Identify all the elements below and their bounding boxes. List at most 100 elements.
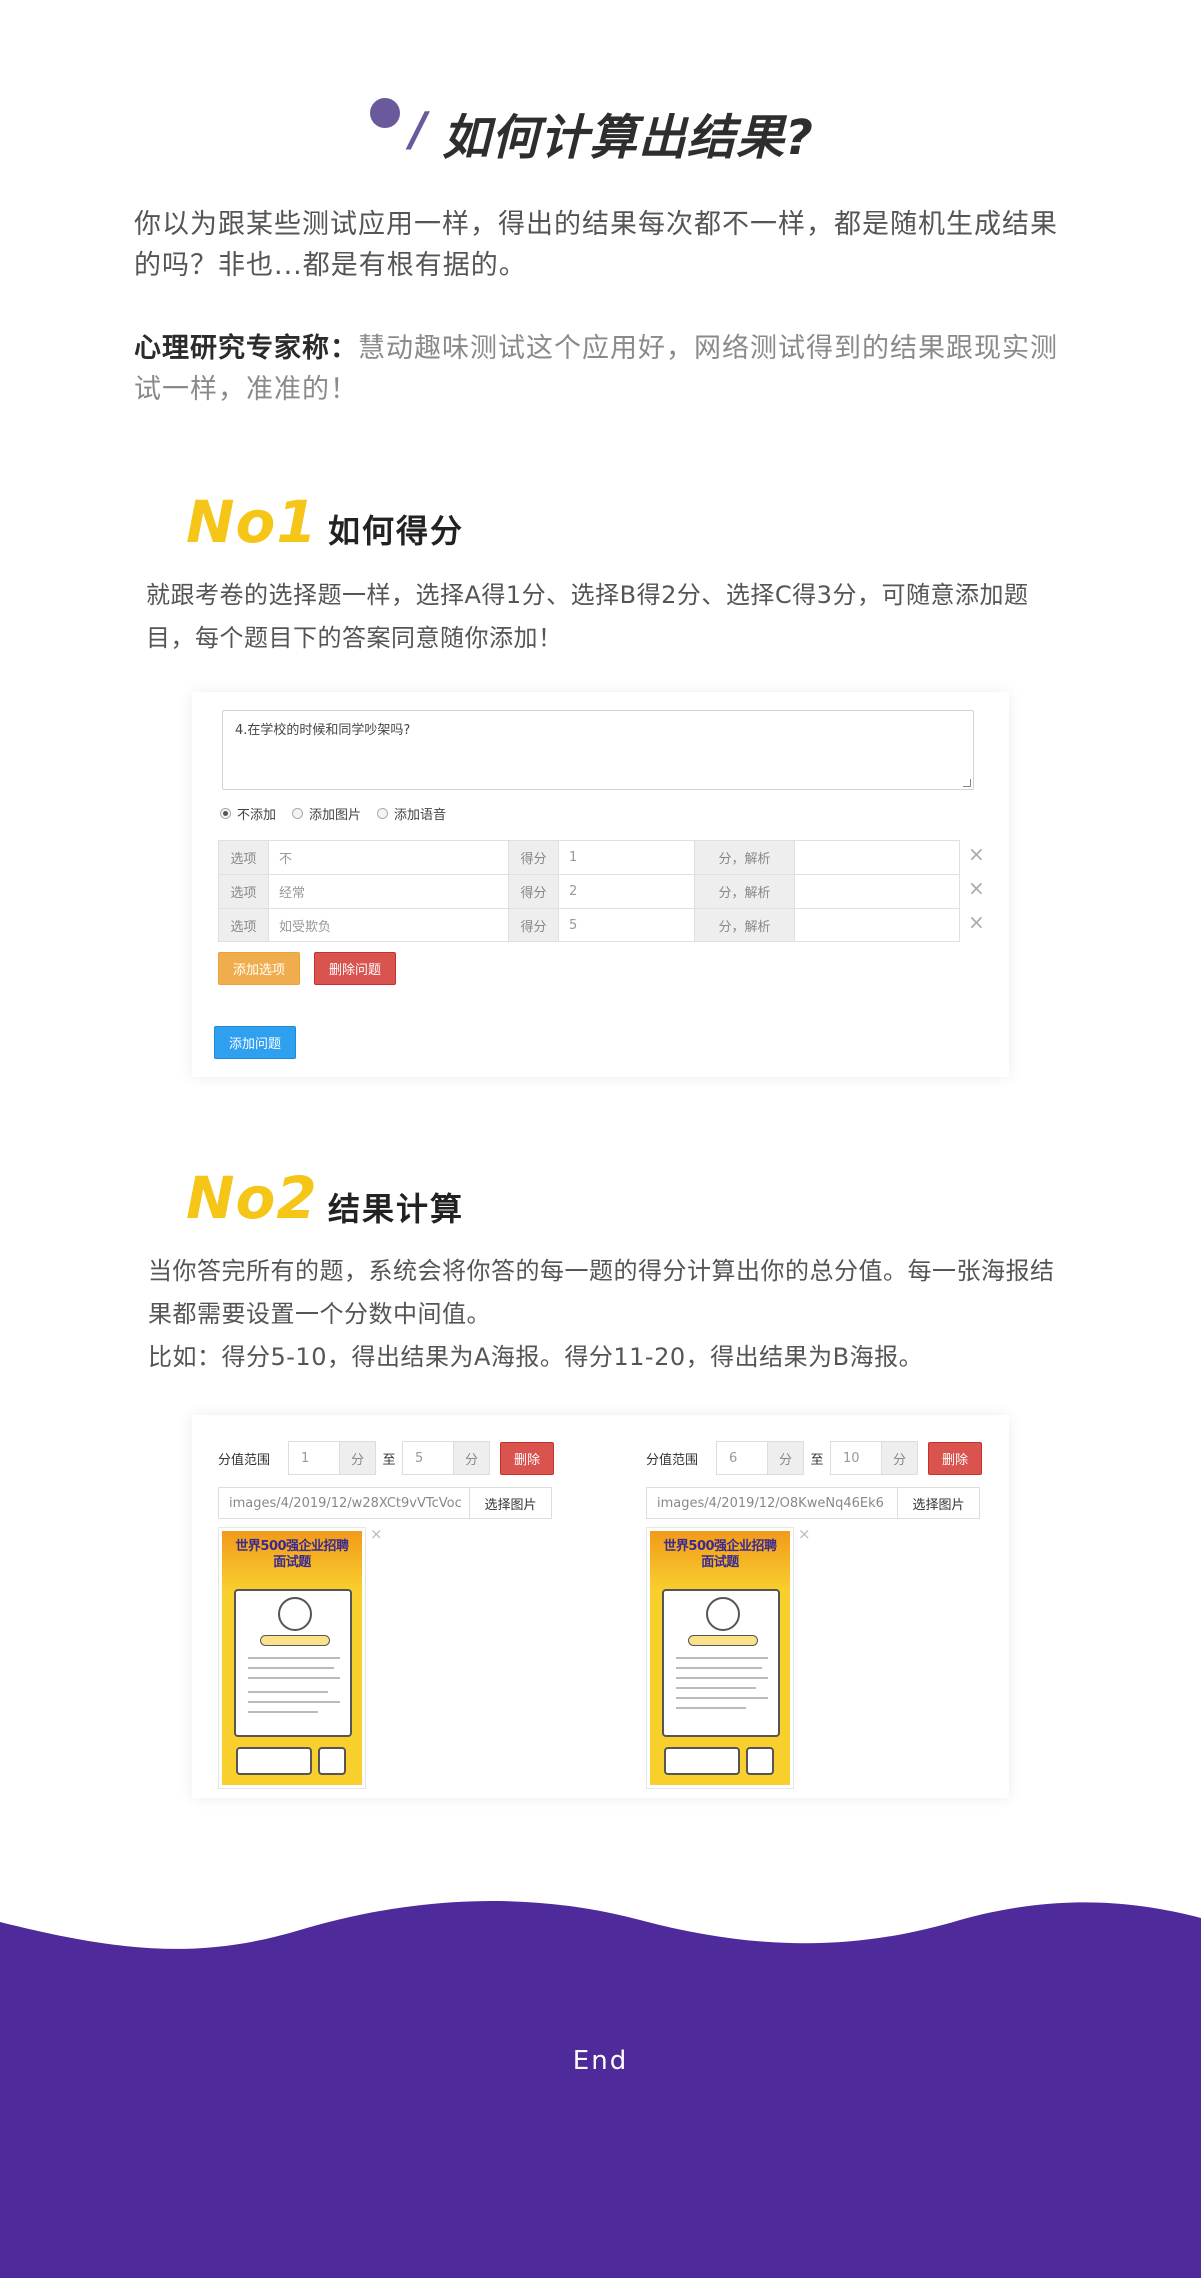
delete-question-button[interactable]: 删除问题 xyxy=(314,952,396,985)
end-text: End xyxy=(572,2046,629,2076)
analysis-label: 分，解析 xyxy=(695,875,795,908)
analysis-input[interactable] xyxy=(795,875,959,908)
score-label: 得分 xyxy=(509,875,559,908)
page-title: / 如何计算出结果? xyxy=(370,94,970,166)
poster-line xyxy=(676,1657,768,1659)
radio-label: 添加语音 xyxy=(394,808,447,823)
intro-paragraph: 你以为跟某些测试应用一样，得出的结果每次都不一样，都是随机生成结果的吗？非也..… xyxy=(134,209,1058,281)
poster-image: 世界500强企业招聘面试题 xyxy=(650,1531,790,1785)
poster-line xyxy=(676,1697,768,1699)
range-to-label: 至 xyxy=(810,1452,824,1468)
result-item: 分值范围 1 分 至 5 分 删除 images/4/2019/12/w28XC… xyxy=(218,1415,618,1798)
remove-poster-close-icon[interactable]: × xyxy=(370,1525,383,1543)
poster-avatar-icon xyxy=(278,1597,312,1631)
option-text-input[interactable]: 经常 xyxy=(269,875,509,908)
range-to-value: 10 xyxy=(843,1450,860,1466)
range-from-input[interactable]: 1 分 xyxy=(288,1441,376,1475)
pick-image-button[interactable]: 选择图片 xyxy=(897,1488,979,1518)
question-textarea[interactable]: 4.在学校的时候和同学吵架吗? xyxy=(222,710,974,790)
option-label: 选项 xyxy=(219,841,269,874)
range-from-input[interactable]: 6 分 xyxy=(716,1441,804,1475)
delete-result-button[interactable]: 删除 xyxy=(928,1441,982,1475)
expert-paragraph: 心理研究专家称：慧动趣味测试这个应用好，网络测试得到的结果跟现实测试一样，准准的… xyxy=(134,328,1074,410)
score-input[interactable]: 2 xyxy=(559,875,695,908)
radio-unchecked-icon xyxy=(377,808,389,819)
poster-line xyxy=(676,1667,762,1669)
score-label: 得分 xyxy=(509,841,559,874)
poster-footer-box xyxy=(664,1747,740,1775)
add-option-button[interactable]: 添加选项 xyxy=(218,952,300,985)
radio-no-media[interactable]: 不添加 xyxy=(220,804,276,823)
range-label: 分值范围 xyxy=(646,1452,699,1468)
range-to-input[interactable]: 5 分 xyxy=(402,1441,490,1475)
score-range-row: 分值范围 1 分 至 5 分 删除 xyxy=(218,1441,554,1475)
pick-image-button[interactable]: 选择图片 xyxy=(469,1488,551,1518)
range-to-input[interactable]: 10 分 xyxy=(830,1441,918,1475)
option-text-input[interactable]: 如受欺负 xyxy=(269,909,509,941)
poster-paper xyxy=(234,1589,352,1737)
section1-badge: No1 xyxy=(186,488,318,556)
option-row: 选项 如受欺负 得分 5 分，解析 xyxy=(218,908,960,942)
section1-label: 如何得分 xyxy=(328,512,465,550)
result-editor-card: 分值范围 1 分 至 5 分 删除 images/4/2019/12/w28XC… xyxy=(192,1415,1009,1798)
range-unit: 分 xyxy=(767,1442,803,1474)
remove-option-close-icon[interactable]: × xyxy=(968,876,985,900)
radio-label: 不添加 xyxy=(237,808,277,823)
resize-grip-icon[interactable] xyxy=(963,779,971,787)
poster-thumbnail: 世界500强企业招聘面试题 xyxy=(218,1527,366,1789)
option-row: 选项 经常 得分 2 分，解析 xyxy=(218,874,960,908)
footer-wave-shape xyxy=(0,1901,1201,2278)
analysis-label: 分，解析 xyxy=(695,841,795,874)
range-from-value: 1 xyxy=(301,1450,310,1466)
option-row: 选项 不 得分 1 分，解析 xyxy=(218,840,960,874)
image-path-input[interactable]: images/4/2019/12/O8KweNq46Ek6 xyxy=(647,1488,897,1518)
poster-line xyxy=(248,1677,340,1679)
range-unit: 分 xyxy=(339,1442,375,1474)
poster-paper xyxy=(662,1589,780,1737)
title-dot-icon xyxy=(370,98,400,128)
remove-option-close-icon[interactable]: × xyxy=(968,842,985,866)
footer-wave xyxy=(0,1890,1201,2278)
section1-text: 就跟考卷的选择题一样，选择A得1分、选择B得2分、选择C得3分，可随意添加题目，… xyxy=(146,581,1029,652)
option-label: 选项 xyxy=(219,909,269,941)
poster-line xyxy=(676,1707,746,1709)
remove-poster-close-icon[interactable]: × xyxy=(798,1525,811,1543)
score-input[interactable]: 1 xyxy=(559,841,695,874)
remove-option-close-icon[interactable]: × xyxy=(968,910,985,934)
expert-label: 心理研究专家称： xyxy=(134,333,358,364)
analysis-input[interactable] xyxy=(795,841,959,874)
radio-add-image[interactable]: 添加图片 xyxy=(292,804,361,823)
options-table: 选项 不 得分 1 分，解析 选项 经常 得分 2 分，解析 选项 如受欺负 得… xyxy=(218,840,960,942)
range-unit: 分 xyxy=(881,1442,917,1474)
score-range-row: 分值范围 6 分 至 10 分 删除 xyxy=(646,1441,982,1475)
range-to-value: 5 xyxy=(415,1450,424,1466)
poster-line xyxy=(248,1667,334,1669)
poster-title: 世界500强企业招聘面试题 xyxy=(663,1539,777,1570)
poster-line xyxy=(248,1711,318,1713)
range-unit: 分 xyxy=(453,1442,489,1474)
add-question-button[interactable]: 添加问题 xyxy=(214,1026,296,1059)
analysis-input[interactable] xyxy=(795,909,959,941)
score-input[interactable]: 5 xyxy=(559,909,695,941)
delete-result-button[interactable]: 删除 xyxy=(500,1441,554,1475)
section2-label: 结果计算 xyxy=(328,1190,465,1228)
poster-line xyxy=(676,1687,756,1689)
section2-text-line-1: 当你答完所有的题，系统会将你答的每一题的得分计算出你的总分值。每一张海报结果都需… xyxy=(148,1257,1055,1328)
range-label: 分值范围 xyxy=(218,1452,271,1468)
option-text-input[interactable]: 不 xyxy=(269,841,509,874)
range-from-value: 6 xyxy=(729,1450,738,1466)
poster-tag xyxy=(688,1635,758,1646)
poster-line xyxy=(248,1657,340,1659)
question-text: 4.在学校的时候和同学吵架吗? xyxy=(235,723,411,738)
poster-line xyxy=(676,1677,768,1679)
poster-line xyxy=(248,1701,340,1703)
analysis-label: 分，解析 xyxy=(695,909,795,941)
image-path-row: images/4/2019/12/w28XCt9vVTcVoc 选择图片 xyxy=(218,1487,552,1519)
radio-checked-icon xyxy=(220,808,231,819)
poster-image: 世界500强企业招聘面试题 xyxy=(222,1531,362,1785)
result-item: 分值范围 6 分 至 10 分 删除 images/4/2019/12/O8Kw… xyxy=(646,1415,1046,1798)
section2-text: 当你答完所有的题，系统会将你答的每一题的得分计算出你的总分值。每一张海报结果都需… xyxy=(148,1250,1068,1379)
image-path-input[interactable]: images/4/2019/12/w28XCt9vVTcVoc xyxy=(219,1488,469,1518)
radio-add-voice[interactable]: 添加语音 xyxy=(377,804,446,823)
range-to-label: 至 xyxy=(382,1452,396,1468)
